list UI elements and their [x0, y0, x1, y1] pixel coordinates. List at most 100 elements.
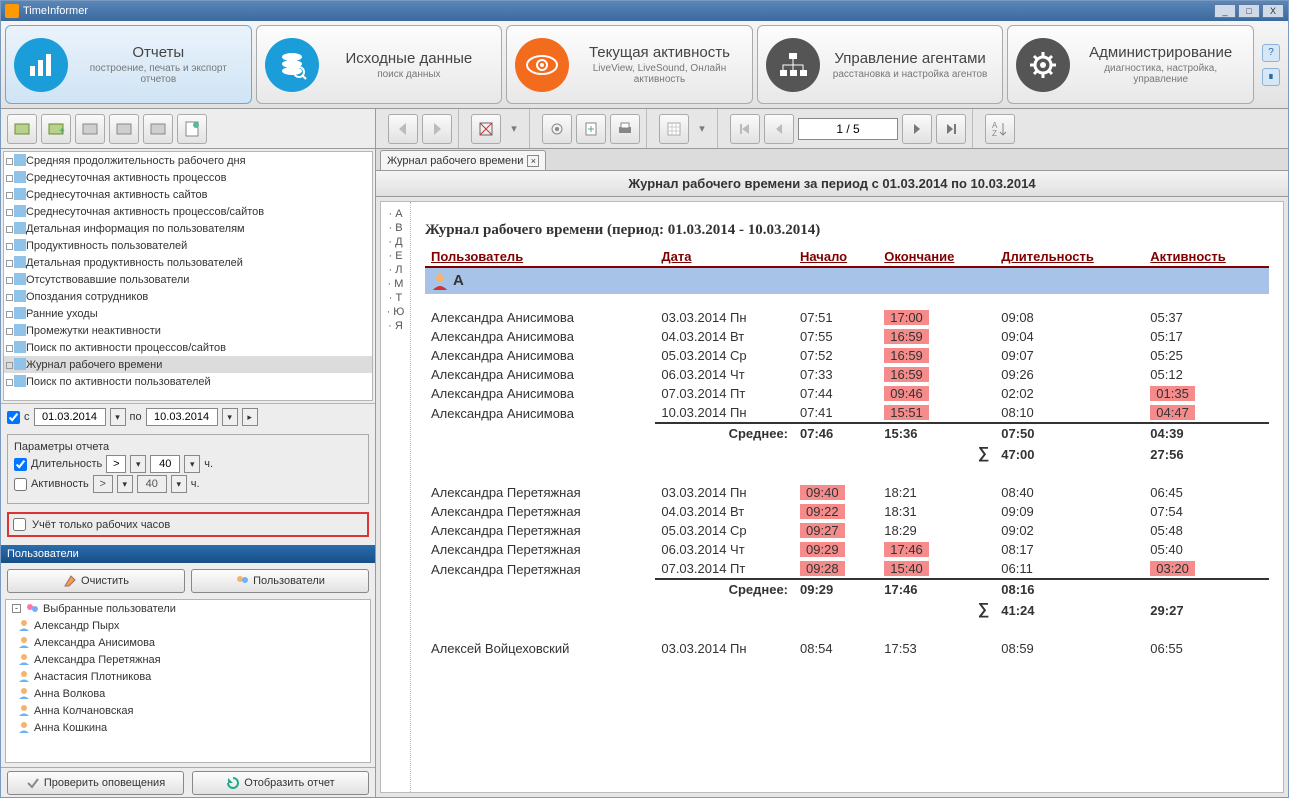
- page-input[interactable]: [798, 118, 898, 140]
- fit-button[interactable]: [471, 114, 501, 144]
- tree-item[interactable]: Поиск по активности процессов/сайтов: [4, 339, 372, 356]
- nav-fwd-button[interactable]: [422, 114, 452, 144]
- grid-button[interactable]: [659, 114, 689, 144]
- help-icon[interactable]: ?: [1262, 44, 1280, 62]
- date-to-dropdown[interactable]: ▾: [222, 408, 238, 426]
- activity-val-dd[interactable]: ▾: [171, 475, 187, 493]
- tree-item[interactable]: Ранние уходы: [4, 305, 372, 322]
- tb-btn-4[interactable]: [109, 114, 139, 144]
- page-first-button[interactable]: [730, 114, 760, 144]
- tree-item[interactable]: Продуктивность пользователей: [4, 237, 372, 254]
- fit-dd[interactable]: ▾: [505, 114, 523, 144]
- report-tree[interactable]: Средняя продолжительность рабочего дняСр…: [3, 151, 373, 401]
- brush-icon: [63, 574, 77, 588]
- duration-val[interactable]: [150, 455, 180, 473]
- print-button[interactable]: [610, 114, 640, 144]
- tb-btn-1[interactable]: [7, 114, 37, 144]
- report-icon: [14, 324, 26, 336]
- page-next-button[interactable]: [902, 114, 932, 144]
- alpha-letter[interactable]: · Т: [389, 292, 402, 304]
- nav-db[interactable]: Исходные данныепоиск данных: [256, 25, 503, 104]
- eye-icon: [515, 38, 569, 92]
- nav-back-button[interactable]: [388, 114, 418, 144]
- activity-checkbox[interactable]: [14, 478, 27, 491]
- page-last-button[interactable]: [936, 114, 966, 144]
- col-start[interactable]: Начало: [794, 247, 878, 267]
- user-item[interactable]: Анна Волкова: [6, 685, 370, 702]
- tb-btn-6[interactable]: [177, 114, 207, 144]
- chart-icon[interactable]: ∎: [1262, 68, 1280, 86]
- tree-item[interactable]: Детальная информация по пользователям: [4, 220, 372, 237]
- avg-row: Среднее:07:4615:3607:5004:39: [425, 423, 1269, 443]
- nav-bars[interactable]: Отчетыпостроение, печать и экспорт отчет…: [5, 25, 252, 104]
- alpha-letter[interactable]: · Е: [388, 250, 402, 262]
- window-min-button[interactable]: _: [1214, 4, 1236, 18]
- user-item[interactable]: Александра Анисимова: [6, 634, 370, 651]
- date-next-button[interactable]: ▸: [242, 408, 258, 426]
- nav-eye[interactable]: Текущая активностьLiveView, LiveSound, О…: [506, 25, 753, 104]
- user-tree-root[interactable]: -Выбранные пользователи: [6, 600, 370, 617]
- col-user[interactable]: Пользователь: [425, 247, 655, 267]
- sort-button[interactable]: AZ: [985, 114, 1015, 144]
- tb-btn-3[interactable]: [75, 114, 105, 144]
- activity-op-dd[interactable]: ▾: [117, 475, 133, 493]
- tree-item[interactable]: Промежутки неактивности: [4, 322, 372, 339]
- duration-op[interactable]: [106, 455, 126, 473]
- window-close-button[interactable]: X: [1262, 4, 1284, 18]
- user-item[interactable]: Анна Колчановская: [6, 702, 370, 719]
- alpha-letter[interactable]: · А: [388, 208, 402, 220]
- from-label: с: [24, 411, 30, 423]
- col-dur[interactable]: Длительность: [995, 247, 1144, 267]
- clear-button[interactable]: Очистить: [7, 569, 185, 593]
- tree-item[interactable]: Поиск по активности пользователей: [4, 373, 372, 390]
- tree-item[interactable]: Отсутствовавшие пользователи: [4, 271, 372, 288]
- report-tab[interactable]: Журнал рабочего времени ×: [380, 150, 546, 170]
- col-act[interactable]: Активность: [1144, 247, 1269, 267]
- tree-item[interactable]: Средняя продолжительность рабочего дня: [4, 152, 372, 169]
- workhours-checkbox[interactable]: [13, 518, 26, 531]
- nav-side-icons: ? ∎: [1258, 25, 1284, 104]
- tb-btn-5[interactable]: [143, 114, 173, 144]
- date-from-dropdown[interactable]: ▾: [110, 408, 126, 426]
- grid-dd[interactable]: ▾: [693, 114, 711, 144]
- col-end[interactable]: Окончание: [878, 247, 995, 267]
- duration-val-dd[interactable]: ▾: [184, 455, 200, 473]
- alpha-letter[interactable]: · Ю: [387, 306, 405, 318]
- date-to-input[interactable]: [146, 408, 218, 426]
- selected-users-tree[interactable]: -Выбранные пользователиАлександр ПырхАле…: [5, 599, 371, 763]
- user-item[interactable]: Александр Пырх: [6, 617, 370, 634]
- alpha-letter[interactable]: · В: [388, 222, 402, 234]
- user-item[interactable]: Анастасия Плотникова: [6, 668, 370, 685]
- alpha-letter[interactable]: · М: [388, 278, 404, 290]
- tree-item[interactable]: Опоздания сотрудников: [4, 288, 372, 305]
- tree-item[interactable]: Среднесуточная активность процессов/сайт…: [4, 203, 372, 220]
- tree-item[interactable]: Среднесуточная активность процессов: [4, 169, 372, 186]
- user-item[interactable]: Анна Кошкина: [6, 719, 370, 736]
- nav-net[interactable]: Управление агентамирасстановка и настрой…: [757, 25, 1004, 104]
- page-prev-button[interactable]: [764, 114, 794, 144]
- alpha-letter[interactable]: · Д: [388, 236, 402, 248]
- duration-op-dd[interactable]: ▾: [130, 455, 146, 473]
- date-enable-checkbox[interactable]: [7, 411, 20, 424]
- tab-close-icon[interactable]: ×: [527, 155, 539, 167]
- date-from-input[interactable]: [34, 408, 106, 426]
- duration-checkbox[interactable]: [14, 458, 27, 471]
- nav-gear[interactable]: Администрированиедиагностика, настройка,…: [1007, 25, 1254, 104]
- window-max-button[interactable]: □: [1238, 4, 1260, 18]
- alphabet-nav[interactable]: · А · В · Д · Е · Л · М · Т · Ю · Я: [381, 202, 411, 792]
- alpha-letter[interactable]: · Л: [389, 264, 403, 276]
- settings-button[interactable]: [542, 114, 572, 144]
- user-item[interactable]: Александра Перетяжная: [6, 651, 370, 668]
- tree-item[interactable]: Среднесуточная активность сайтов: [4, 186, 372, 203]
- tb-btn-2[interactable]: +: [41, 114, 71, 144]
- col-date[interactable]: Дата: [655, 247, 794, 267]
- alpha-letter[interactable]: · Я: [388, 320, 403, 332]
- report-scroll[interactable]: Журнал рабочего времени (период: 01.03.2…: [411, 202, 1283, 792]
- table-row: Александра Перетяжная07.03.2014 Пт09:281…: [425, 559, 1269, 579]
- tree-item[interactable]: Детальная продуктивность пользователей: [4, 254, 372, 271]
- show-report-button[interactable]: Отобразить отчет: [192, 771, 369, 795]
- check-alerts-button[interactable]: Проверить оповещения: [7, 771, 184, 795]
- export-button[interactable]: [576, 114, 606, 144]
- users-button[interactable]: Пользователи: [191, 569, 369, 593]
- tree-item[interactable]: Журнал рабочего времени: [4, 356, 372, 373]
